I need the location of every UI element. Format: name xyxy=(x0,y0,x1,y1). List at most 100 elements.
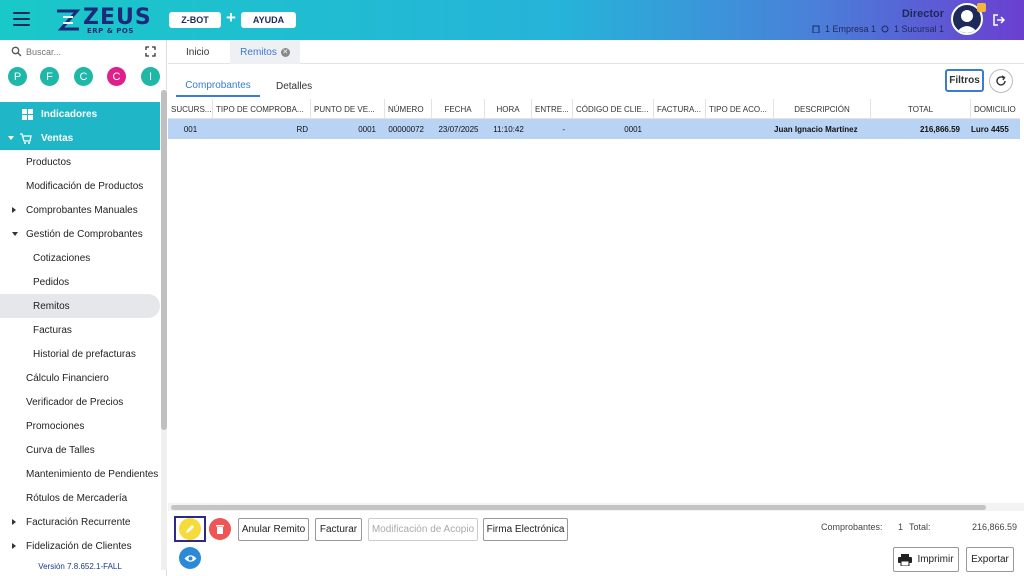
quick-access-f[interactable]: F xyxy=(40,67,59,86)
sidebar-item-label: Modificación de Productos xyxy=(26,180,144,192)
sidebar-item-facturacion-recurrente[interactable]: Facturación Recurrente xyxy=(0,510,160,534)
eye-icon xyxy=(184,554,196,562)
sidebar-item-indicadores[interactable]: Indicadores xyxy=(0,102,160,126)
fullscreen-icon[interactable] xyxy=(145,46,156,57)
top-header: ZEUS ERP & POS Z-BOT + AYUDA Director 1 … xyxy=(0,0,1024,40)
sidebar-item-modificacion-productos[interactable]: Modificación de Productos xyxy=(0,174,160,198)
sidebar-item-comprobantes-manuales[interactable]: Comprobantes Manuales xyxy=(0,198,160,222)
sidebar-item-rotulos-mercaderia[interactable]: Rótulos de Mercadería xyxy=(0,486,160,510)
cell-domicilio: Luro 4455 xyxy=(971,124,1009,134)
caret-right-icon xyxy=(12,543,16,549)
cell-tipo-acopio xyxy=(706,119,774,139)
column-header[interactable]: FACTURA... xyxy=(654,99,706,119)
modificacion-acopio-button[interactable]: Modificación de Acopio xyxy=(368,518,478,541)
tab-inicio[interactable]: Inicio xyxy=(186,40,209,64)
sidebar-scrollbar[interactable] xyxy=(161,90,167,430)
cell-factura xyxy=(654,119,706,139)
column-header[interactable]: PUNTO DE VE... xyxy=(311,99,385,119)
sidebar-item-label: Cálculo Financiero xyxy=(26,372,109,384)
total-label: Total: xyxy=(909,522,931,532)
tab-remitos[interactable]: Remitos ✕ xyxy=(230,40,300,64)
column-header[interactable]: DESCRIPCIÓN xyxy=(774,99,871,119)
table-row[interactable]: 001 RD 0001 00000072 23/07/2025 11:10:42… xyxy=(168,119,1020,139)
exportar-button[interactable]: Exportar xyxy=(966,547,1014,572)
sidebar-item-label: Ventas xyxy=(41,132,74,144)
column-header[interactable]: DOMICILIO xyxy=(971,99,1020,119)
total-value: 216,866.59 xyxy=(972,522,1018,532)
sidebar-item-gestion-comprobantes[interactable]: Gestión de Comprobantes xyxy=(0,222,160,246)
menu-hamburger-icon[interactable] xyxy=(13,12,30,26)
sidebar-menu: Indicadores Ventas Productos Modificació… xyxy=(0,102,160,558)
grid-hscrollbar[interactable] xyxy=(171,505,986,510)
sidebar-item-label: Gestión de Comprobantes xyxy=(26,228,143,240)
sidebar-item-remitos[interactable]: Remitos xyxy=(0,294,160,318)
subtab-detalles[interactable]: Detalles xyxy=(276,75,312,97)
sidebar-item-pedidos[interactable]: Pedidos xyxy=(0,270,160,294)
sucursal-label[interactable]: 1 Sucursal 1 xyxy=(894,24,944,34)
store-icon xyxy=(881,25,889,33)
column-header[interactable]: SUCURS... xyxy=(168,99,213,119)
sidebar-item-label: Remitos xyxy=(33,300,70,312)
empresa-label[interactable]: 1 Empresa 1 xyxy=(825,24,876,34)
sidebar: P F C C I Indicadores Ventas Productos M… xyxy=(0,40,167,576)
column-header[interactable]: CÓDIGO DE CLIE... xyxy=(573,99,654,119)
column-header[interactable]: ENTRE... xyxy=(532,99,573,119)
sidebar-item-label: Promociones xyxy=(26,420,85,432)
close-tab-icon[interactable]: ✕ xyxy=(280,47,290,57)
column-header[interactable]: TIPO DE ACO... xyxy=(706,99,774,119)
sidebar-item-verificador-precios[interactable]: Verificador de Precios xyxy=(0,390,160,414)
sidebar-item-productos[interactable]: Productos xyxy=(0,150,160,174)
sidebar-item-label: Rótulos de Mercadería xyxy=(26,492,128,504)
cart-icon xyxy=(20,132,32,144)
zeus-logo[interactable]: ZEUS ERP & POS xyxy=(55,5,151,35)
sidebar-item-label: Fidelización de Clientes xyxy=(26,540,132,552)
column-header[interactable]: FECHA xyxy=(432,99,485,119)
sidebar-item-curva-talles[interactable]: Curva de Talles xyxy=(0,438,160,462)
sidebar-item-cotizaciones[interactable]: Cotizaciones xyxy=(0,246,160,270)
caret-down-icon xyxy=(12,232,18,236)
sidebar-item-facturas[interactable]: Facturas xyxy=(0,318,160,342)
quick-access-i[interactable]: I xyxy=(141,67,160,86)
sidebar-search-input[interactable] xyxy=(26,44,126,60)
imprimir-button[interactable]: Imprimir xyxy=(893,547,959,572)
user-context: 1 Empresa 1 1 Sucursal 1 xyxy=(812,24,944,34)
column-header[interactable]: HORA xyxy=(485,99,532,119)
cell-tipo-comprobante: RD xyxy=(296,124,308,134)
cell-codigo-cliente: 0001 xyxy=(624,124,642,134)
ayuda-button[interactable]: AYUDA xyxy=(241,12,296,28)
caret-down-icon xyxy=(8,136,14,140)
sidebar-item-fidelizacion-clientes[interactable]: Fidelización de Clientes xyxy=(0,534,160,558)
filtros-button[interactable]: Filtros xyxy=(945,69,984,92)
column-header[interactable]: TOTAL xyxy=(871,99,971,119)
quick-access-p[interactable]: P xyxy=(8,67,27,86)
delete-button[interactable] xyxy=(209,518,231,540)
quick-access-c2[interactable]: C xyxy=(107,67,126,86)
zbot-button[interactable]: Z-BOT xyxy=(169,12,221,28)
sidebar-item-mantenimiento-pendientes[interactable]: Mantenimiento de Pendientes xyxy=(0,462,160,486)
cell-punto-venta: 0001 xyxy=(358,124,376,134)
column-header[interactable]: NÚMERO xyxy=(385,99,432,119)
sidebar-item-label: Historial de prefacturas xyxy=(33,348,136,360)
quick-access-c[interactable]: C xyxy=(74,67,93,86)
quick-access-bar: P F C C I xyxy=(8,67,160,87)
sidebar-item-label: Comprobantes Manuales xyxy=(26,204,138,216)
facturar-button[interactable]: Facturar xyxy=(315,518,362,541)
refresh-button[interactable] xyxy=(989,69,1013,93)
sidebar-item-promociones[interactable]: Promociones xyxy=(0,414,160,438)
imprimir-label: Imprimir xyxy=(917,554,954,565)
view-button[interactable] xyxy=(179,547,201,569)
sidebar-item-label: Curva de Talles xyxy=(26,444,95,456)
anular-remito-button[interactable]: Anular Remito xyxy=(238,518,309,541)
app-version: Versión 7.8.652.1-FALL xyxy=(38,562,122,571)
trash-icon xyxy=(216,524,224,534)
sidebar-item-calculo-financiero[interactable]: Cálculo Financiero xyxy=(0,366,160,390)
sidebar-item-label: Facturas xyxy=(33,324,72,336)
edit-button[interactable] xyxy=(179,518,201,540)
sidebar-item-ventas[interactable]: Ventas xyxy=(0,126,160,150)
column-header[interactable]: TIPO DE COMPROBA... xyxy=(213,99,311,119)
subtab-comprobantes[interactable]: Comprobantes xyxy=(176,75,260,97)
cell-fecha: 23/07/2025 xyxy=(438,124,479,134)
logout-icon[interactable] xyxy=(992,13,1006,27)
sidebar-item-historial-prefacturas[interactable]: Historial de prefacturas xyxy=(0,342,160,366)
firma-electronica-button[interactable]: Firma Electrónica xyxy=(483,518,568,541)
